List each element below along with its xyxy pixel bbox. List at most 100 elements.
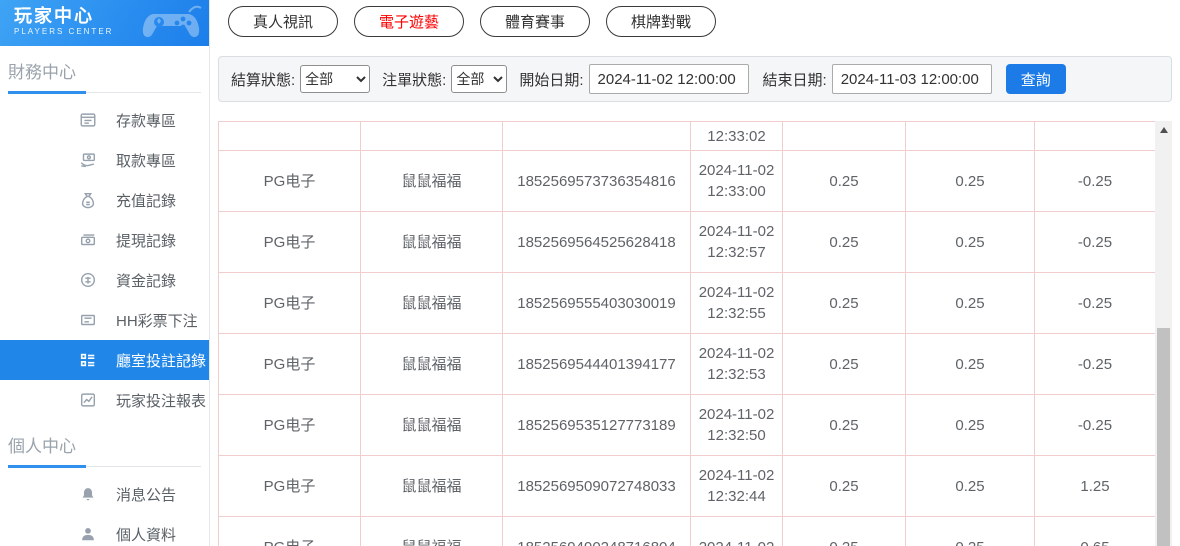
order-status-label: 注單狀態:: [382, 69, 446, 90]
game-cell: [219, 122, 361, 151]
game-cell: PG电子: [219, 273, 361, 334]
table-scrollbar[interactable]: [1155, 121, 1172, 546]
scroll-up-arrow-icon: [1160, 127, 1168, 133]
start-date-label: 開始日期:: [519, 69, 583, 90]
end-date-input[interactable]: [832, 64, 992, 94]
bet-amount-cell: 0.25: [783, 517, 906, 546]
sidebar-item-label: 消息公告: [116, 484, 176, 505]
player-cell: [361, 122, 503, 151]
sidebar-item-recharge-record[interactable]: 充值記錄: [0, 180, 209, 220]
deposit-icon: [78, 110, 98, 130]
profit-cell: -0.25: [1035, 151, 1155, 212]
settle-status-select[interactable]: 全部: [300, 65, 370, 93]
filter-bar: 結算狀態: 全部 注單狀態: 全部 開始日期: 結束日期: 查詢: [218, 56, 1172, 102]
table-row: PG电子鼠鼠福福18525694902487168042024-11-020.2…: [219, 517, 1155, 546]
order-id-cell: 1852569573736354816: [503, 151, 691, 212]
person-icon: [78, 524, 98, 544]
sidebar-item-profile[interactable]: 個人資料: [0, 514, 209, 546]
sidebar-logo: 玩家中心 PLAYERS CENTER: [0, 0, 209, 46]
bet-records-table: 12:33:02PG电子鼠鼠福福18525695737363548162024-…: [218, 121, 1180, 546]
order-id-cell: 1852569544401394177: [503, 334, 691, 395]
bet-amount-cell: 0.25: [783, 273, 906, 334]
main-content: 真人視訊電子遊藝體育賽事棋牌對戰 結算狀態: 全部 注單狀態: 全部 開始日期:…: [210, 0, 1180, 546]
sidebar-item-cashout-record[interactable]: 提現記錄: [0, 220, 209, 260]
sidebar-item-label: 玩家投注報表: [116, 390, 206, 411]
game-tabs: 真人視訊電子遊藝體育賽事棋牌對戰: [218, 0, 1180, 37]
player-cell: 鼠鼠福福: [361, 517, 503, 546]
section-title: 個人中心: [0, 420, 209, 463]
chevron-right-icon: ›: [186, 352, 191, 368]
table-row: PG电子鼠鼠福福18525695090727480332024-11-0212:…: [219, 456, 1155, 517]
sidebar-item-deposit[interactable]: 存款專區: [0, 100, 209, 140]
banknote-icon: [78, 230, 98, 250]
players-center-app: 玩家中心 PLAYERS CENTER 財務中心存款專區取款專區充值記錄提現記錄…: [0, 0, 1180, 546]
player-cell: 鼠鼠福福: [361, 456, 503, 517]
sidebar-item-withdraw[interactable]: 取款專區: [0, 140, 209, 180]
datetime-cell: 2024-11-0212:33:00: [691, 151, 783, 212]
chart-report-icon: [78, 390, 98, 410]
query-button[interactable]: 查詢: [1006, 64, 1066, 94]
sidebar-item-label: 資金記錄: [116, 270, 176, 291]
table-row: PG电子鼠鼠福福18525695737363548162024-11-0212:…: [219, 151, 1155, 212]
bell-icon: [78, 484, 98, 504]
tab-slots[interactable]: 電子遊藝: [354, 6, 464, 37]
start-date-input[interactable]: [589, 64, 749, 94]
player-cell: 鼠鼠福福: [361, 334, 503, 395]
table-row: 12:33:02: [219, 122, 1155, 151]
bet-amount-cell: [783, 122, 906, 151]
profit-cell: 1.25: [1035, 456, 1155, 517]
sidebar-item-label: 提現記錄: [116, 230, 176, 251]
order-id-cell: 1852569564525628418: [503, 212, 691, 273]
profit-cell: [1035, 122, 1155, 151]
game-cell: PG电子: [219, 456, 361, 517]
order-id-cell: 1852569555403030019: [503, 273, 691, 334]
bet-amount-cell: 0.25: [783, 456, 906, 517]
order-id-cell: 1852569490248716804: [503, 517, 691, 546]
table-row: PG电子鼠鼠福福18525695554030300192024-11-0212:…: [219, 273, 1155, 334]
valid-amount-cell: 0.25: [906, 273, 1035, 334]
list-record-icon: [78, 350, 98, 370]
profit-cell: -0.25: [1035, 334, 1155, 395]
valid-amount-cell: 0.25: [906, 456, 1035, 517]
withdraw-icon: [78, 150, 98, 170]
datetime-cell: 2024-11-0212:32:50: [691, 395, 783, 456]
sidebar-item-hh-lottery[interactable]: HH彩票下注: [0, 300, 209, 340]
scrollbar-thumb[interactable]: [1157, 328, 1170, 546]
tab-sports[interactable]: 體育賽事: [480, 6, 590, 37]
gamepad-icon: [139, 2, 203, 46]
table-row: PG电子鼠鼠福福18525695645256284182024-11-0212:…: [219, 212, 1155, 273]
player-cell: 鼠鼠福福: [361, 395, 503, 456]
section-divider: [8, 91, 201, 94]
scroll-up-button[interactable]: [1155, 121, 1172, 138]
valid-amount-cell: [906, 122, 1035, 151]
table-row: PG电子鼠鼠福福18525695444013941772024-11-0212:…: [219, 334, 1155, 395]
tab-live-video[interactable]: 真人視訊: [228, 6, 338, 37]
game-cell: PG电子: [219, 151, 361, 212]
section-divider: [8, 465, 201, 468]
datetime-cell: 2024-11-0212:32:44: [691, 456, 783, 517]
tab-board-games[interactable]: 棋牌對戰: [606, 6, 716, 37]
sidebar-item-funds-record[interactable]: 資金記錄: [0, 260, 209, 300]
player-cell: 鼠鼠福福: [361, 212, 503, 273]
order-status-select[interactable]: 全部: [451, 65, 507, 93]
order-id-cell: [503, 122, 691, 151]
sidebar-item-label: HH彩票下注: [116, 310, 198, 331]
table-grid: 12:33:02PG电子鼠鼠福福18525695737363548162024-…: [218, 121, 1155, 546]
player-cell: 鼠鼠福福: [361, 151, 503, 212]
sidebar-item-label: 充值記錄: [116, 190, 176, 211]
sidebar-item-player-bet-report[interactable]: 玩家投注報表: [0, 380, 209, 420]
coin-doc-icon: [78, 270, 98, 290]
sidebar-sections: 財務中心存款專區取款專區充值記錄提現記錄資金記錄 HH彩票下注廳室投註記錄› 玩家投…: [0, 46, 209, 546]
settle-status-label: 結算狀態:: [231, 69, 295, 90]
ticket-icon: [78, 310, 98, 330]
profit-cell: 0.65: [1035, 517, 1155, 546]
bet-amount-cell: 0.25: [783, 212, 906, 273]
section-title: 財務中心: [0, 46, 209, 89]
sidebar: 玩家中心 PLAYERS CENTER 財務中心存款專區取款專區充值記錄提現記錄…: [0, 0, 210, 546]
game-cell: PG电子: [219, 395, 361, 456]
profit-cell: -0.25: [1035, 273, 1155, 334]
sidebar-item-room-bet-record[interactable]: 廳室投註記錄›: [0, 340, 209, 380]
valid-amount-cell: 0.25: [906, 334, 1035, 395]
order-id-cell: 1852569535127773189: [503, 395, 691, 456]
sidebar-item-announcements[interactable]: 消息公告: [0, 474, 209, 514]
